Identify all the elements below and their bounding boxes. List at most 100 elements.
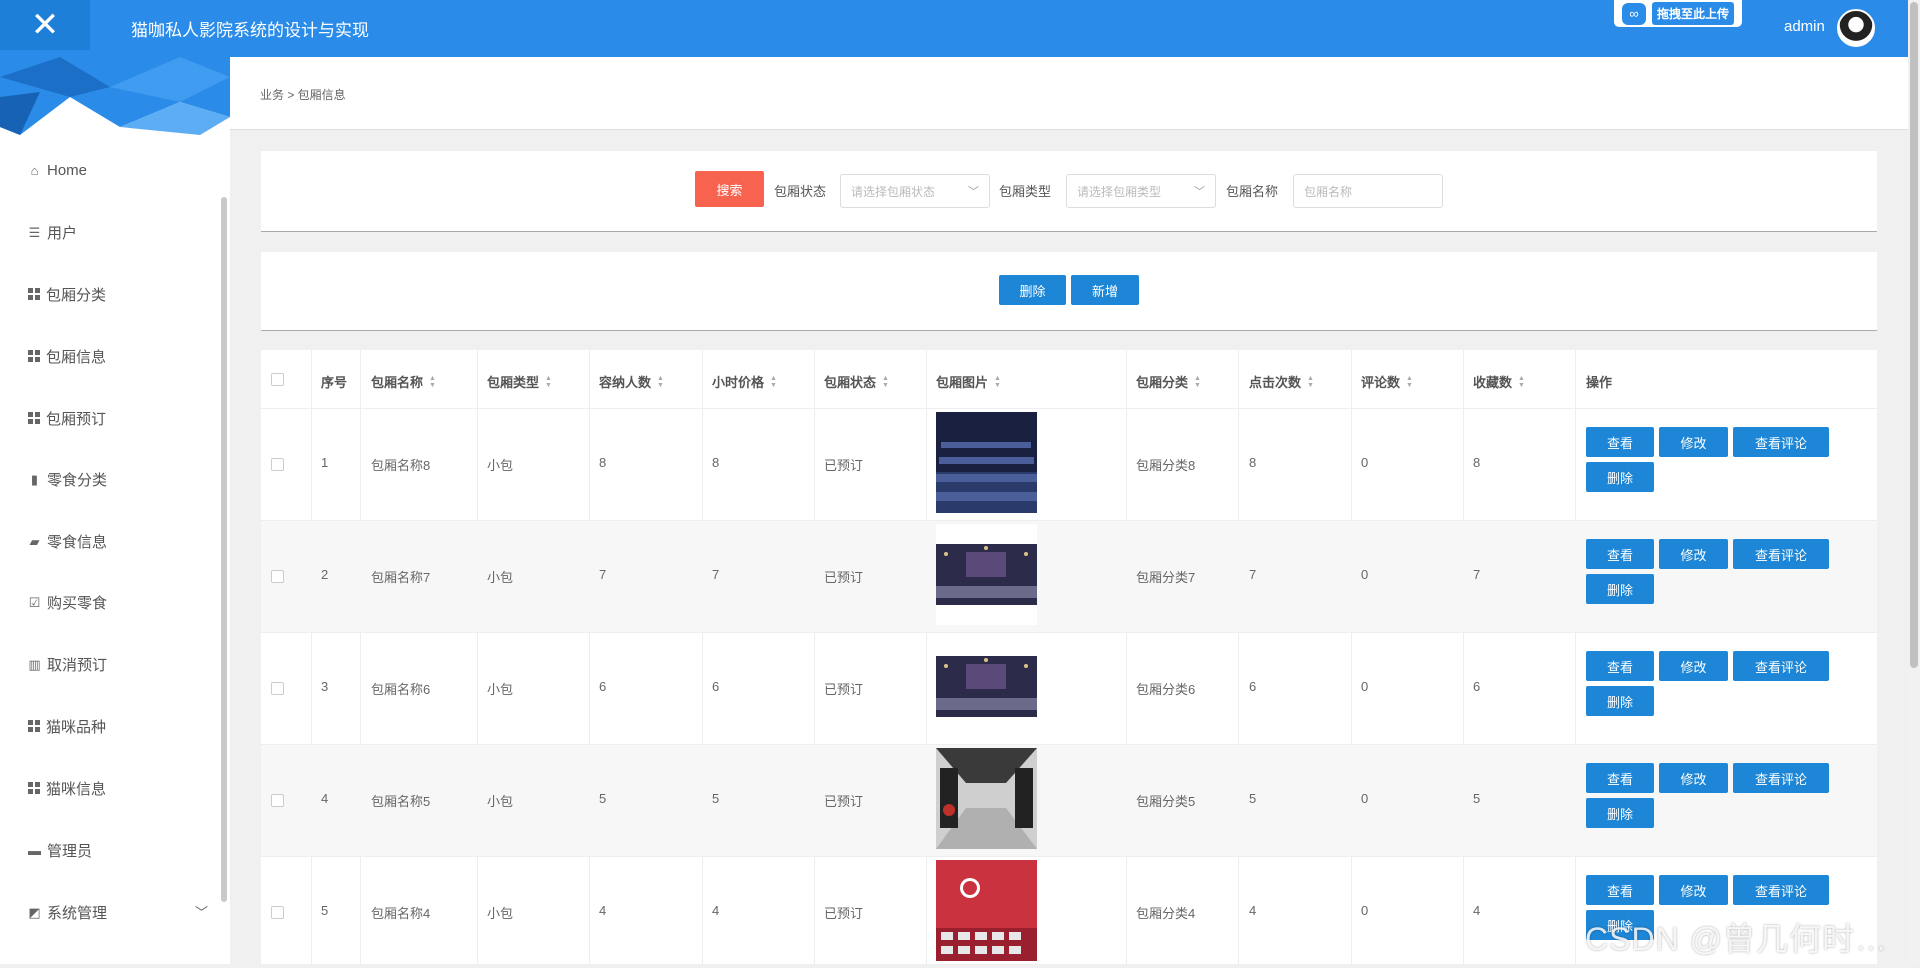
- row-checkbox[interactable]: [271, 570, 284, 583]
- column-header-category[interactable]: 包厢分类 ▲ ▼: [1136, 372, 1201, 391]
- cell-favorites: 4: [1473, 903, 1481, 918]
- edit-button[interactable]: 修改: [1659, 875, 1728, 905]
- column-header-no: 序号: [321, 372, 347, 391]
- view-comments-button[interactable]: 查看评论: [1733, 539, 1829, 569]
- row-checkbox[interactable]: [271, 458, 284, 471]
- sidebar-item-system[interactable]: ◩ 系统管理: [28, 900, 107, 924]
- cell-clicks: 5: [1249, 791, 1257, 806]
- sidebar-item-cancel-booking[interactable]: ▥ 取消预订: [28, 652, 107, 676]
- column-header-status[interactable]: 包厢状态 ▲ ▼: [824, 372, 889, 391]
- grid-icon: [28, 350, 40, 362]
- row-checkbox[interactable]: [271, 906, 284, 919]
- sort-icon[interactable]: ▲ ▼: [994, 375, 1001, 389]
- sidebar-item-admin[interactable]: ▬ 管理员: [28, 838, 92, 862]
- cell-favorites: 5: [1473, 791, 1481, 806]
- name-input[interactable]: 包厢名称: [1293, 174, 1443, 208]
- column-header-favorites[interactable]: 收藏数 ▲ ▼: [1473, 372, 1525, 391]
- upload-label: 拖拽至此上传: [1652, 2, 1735, 25]
- action-panel: 删除 新增: [261, 252, 1877, 331]
- view-button[interactable]: 查看: [1586, 427, 1654, 457]
- sidebar-item-buy-snack[interactable]: ☑ 购买零食: [28, 590, 107, 614]
- header-label: 包厢分类: [1136, 375, 1189, 390]
- avatar[interactable]: [1837, 9, 1875, 47]
- row-checkbox[interactable]: [271, 794, 284, 807]
- select-all-checkbox[interactable]: [271, 373, 284, 386]
- sidebar-item-home[interactable]: ⌂ Home: [28, 158, 87, 182]
- page-scrollbar[interactable]: [1908, 0, 1920, 964]
- column-header-image[interactable]: 包厢图片 ▲ ▼: [936, 372, 1001, 391]
- view-button[interactable]: 查看: [1586, 651, 1654, 681]
- row-delete-button[interactable]: 删除: [1586, 798, 1654, 828]
- view-comments-button[interactable]: 查看评论: [1733, 651, 1829, 681]
- view-button[interactable]: 查看: [1586, 763, 1654, 793]
- cell-comments: 0: [1361, 903, 1369, 918]
- edit-button[interactable]: 修改: [1659, 427, 1728, 457]
- sort-icon[interactable]: ▲ ▼: [1194, 375, 1201, 389]
- edit-button[interactable]: 修改: [1659, 763, 1728, 793]
- column-header-name[interactable]: 包厢名称 ▲ ▼: [371, 372, 436, 391]
- cell-type: 小包: [487, 682, 514, 697]
- view-button[interactable]: 查看: [1586, 539, 1654, 569]
- sidebar-item-cat-breed[interactable]: 猫咪品种: [28, 714, 106, 738]
- grid-icon: [28, 288, 40, 300]
- row-delete-button[interactable]: 删除: [1586, 462, 1654, 492]
- upload-dropzone[interactable]: ∞ 拖拽至此上传: [1614, 0, 1742, 27]
- row-checkbox[interactable]: [271, 682, 284, 695]
- sidebar-item-snack-info[interactable]: ▰ 零食信息: [28, 529, 108, 553]
- header-label: 包厢类型: [487, 375, 540, 390]
- sort-icon[interactable]: ▲ ▼: [882, 375, 889, 389]
- sidebar-item-room-info[interactable]: 包厢信息: [28, 344, 106, 368]
- sidebar-item-label: 管理员: [47, 842, 93, 860]
- sort-icon[interactable]: ▲ ▼: [1307, 375, 1314, 389]
- sort-icon[interactable]: ▲ ▼: [545, 375, 552, 389]
- clipboard-icon: ☑: [28, 594, 41, 610]
- chevron-down-icon[interactable]: ﹀: [195, 902, 208, 921]
- room-image[interactable]: [936, 748, 1037, 849]
- user-name[interactable]: admin: [1784, 18, 1825, 35]
- sort-icon[interactable]: ▲ ▼: [770, 375, 777, 389]
- column-header-clicks[interactable]: 点击次数 ▲ ▼: [1249, 372, 1314, 391]
- column-header-price[interactable]: 小时价格 ▲ ▼: [712, 372, 777, 391]
- view-comments-button[interactable]: 查看评论: [1733, 763, 1829, 793]
- home-icon: ⌂: [30, 162, 39, 178]
- sort-icon[interactable]: ▲ ▼: [657, 375, 664, 389]
- row-delete-button[interactable]: 删除: [1586, 574, 1654, 604]
- name-label: 包厢名称: [1226, 184, 1279, 199]
- delete-button[interactable]: 删除: [999, 275, 1066, 305]
- bar-chart-icon: ▥: [28, 656, 41, 672]
- view-button[interactable]: 查看: [1586, 875, 1654, 905]
- monitor-icon: ▬: [28, 842, 41, 858]
- room-image[interactable]: [936, 636, 1037, 737]
- sidebar-banner-graphic: [0, 57, 230, 135]
- header-label: 评论数: [1361, 375, 1401, 390]
- header-label: 操作: [1586, 375, 1613, 390]
- view-comments-button[interactable]: 查看评论: [1733, 427, 1829, 457]
- sidebar-scrollbar[interactable]: [221, 197, 227, 902]
- sort-icon[interactable]: ▲ ▼: [429, 375, 436, 389]
- sort-icon[interactable]: ▲ ▼: [1518, 375, 1525, 389]
- sidebar-item-room-category[interactable]: 包厢分类: [28, 282, 106, 306]
- close-icon[interactable]: ✕: [0, 0, 90, 50]
- room-image[interactable]: [936, 860, 1037, 961]
- sidebar-item-users[interactable]: ☰ 用户: [28, 220, 77, 244]
- column-header-comments[interactable]: 评论数 ▲ ▼: [1361, 372, 1413, 391]
- status-select[interactable]: 请选择包厢状态 ﹀: [840, 174, 990, 208]
- search-button[interactable]: 搜索: [695, 171, 764, 207]
- add-button[interactable]: 新增: [1071, 275, 1139, 305]
- room-image[interactable]: [936, 412, 1037, 513]
- sidebar-item-cat-info[interactable]: 猫咪信息: [28, 776, 106, 800]
- column-header-type[interactable]: 包厢类型 ▲ ▼: [487, 372, 552, 391]
- edit-button[interactable]: 修改: [1659, 539, 1728, 569]
- sort-icon[interactable]: ▲ ▼: [1406, 375, 1413, 389]
- line-chart-icon: ◩: [28, 904, 41, 920]
- room-image[interactable]: [936, 524, 1037, 625]
- column-header-capacity[interactable]: 容纳人数 ▲ ▼: [599, 372, 664, 391]
- view-comments-button[interactable]: 查看评论: [1733, 875, 1829, 905]
- sidebar-item-snack-category[interactable]: ▮ 零食分类: [28, 467, 107, 491]
- truck-icon: ▰: [29, 533, 40, 549]
- page-scrollbar-thumb[interactable]: [1910, 2, 1918, 668]
- row-delete-button[interactable]: 删除: [1586, 686, 1654, 716]
- sidebar-item-room-booking[interactable]: 包厢预订: [28, 406, 106, 430]
- edit-button[interactable]: 修改: [1659, 651, 1728, 681]
- type-select[interactable]: 请选择包厢类型 ﹀: [1066, 174, 1216, 208]
